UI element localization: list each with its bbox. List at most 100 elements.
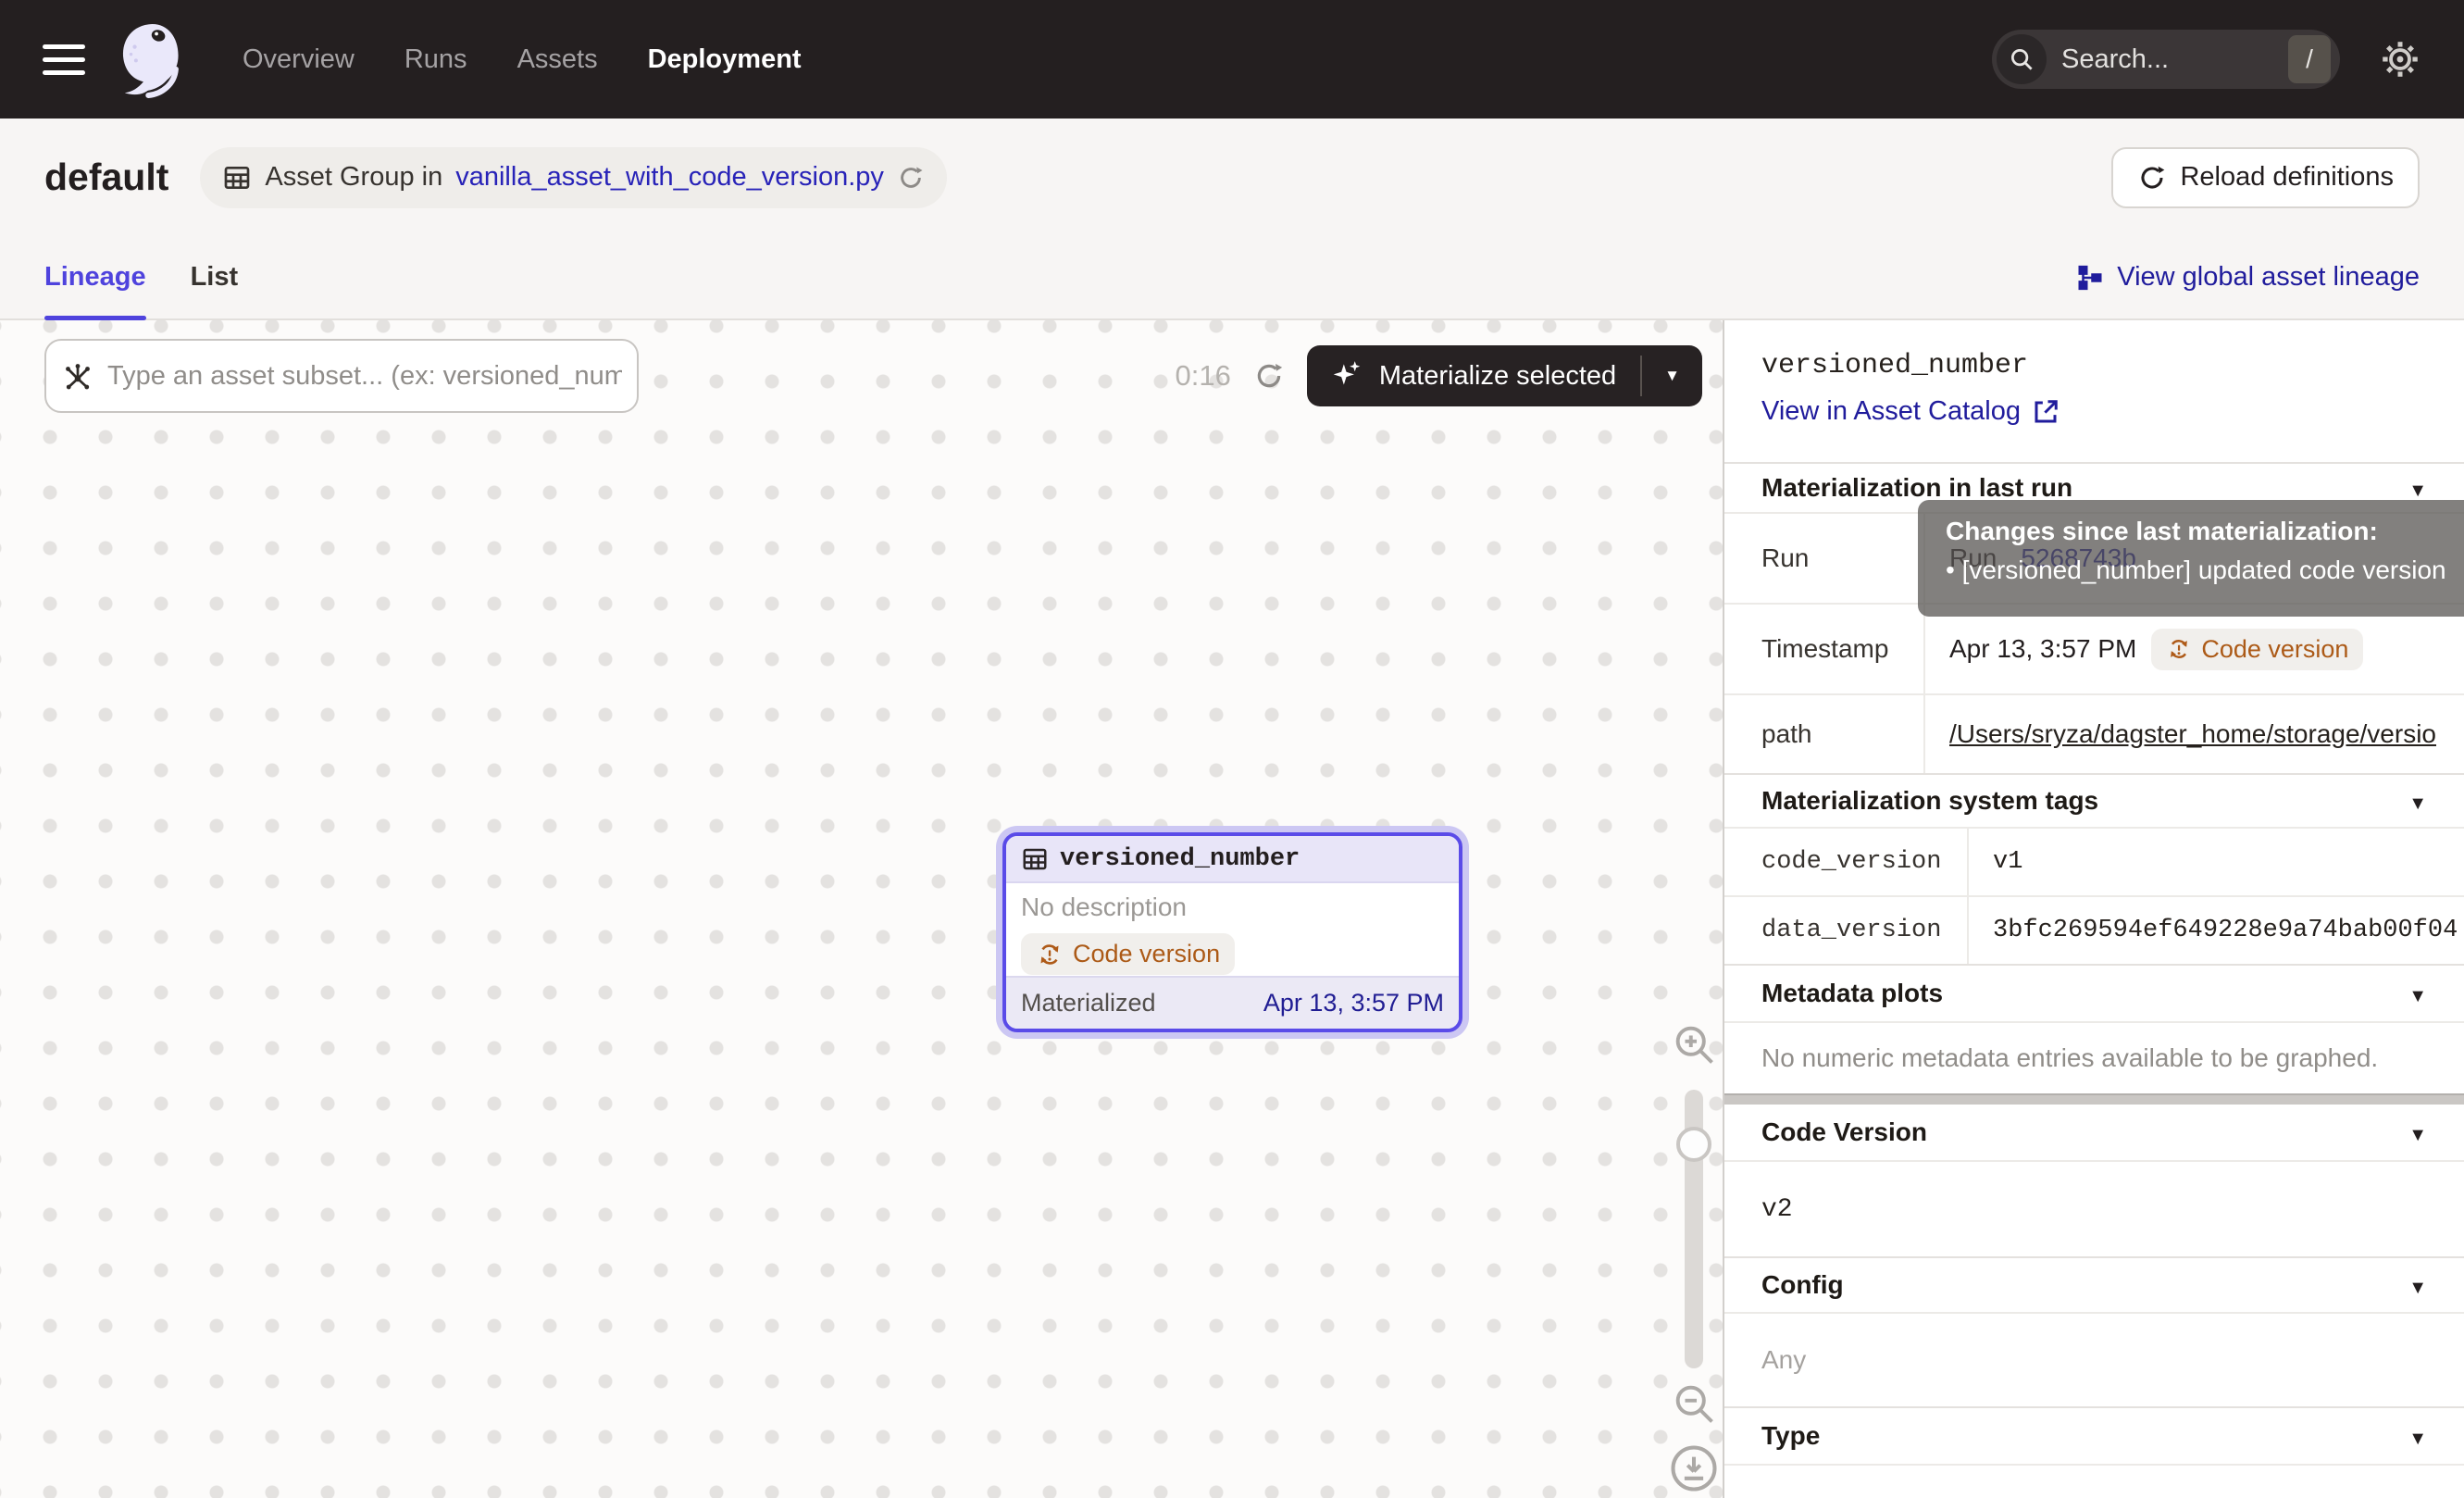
chevron-down-icon [2408, 1270, 2427, 1300]
section-heading: Config [1761, 1270, 1844, 1300]
zoom-out-button[interactable] [1670, 1379, 1718, 1432]
search-icon [1997, 34, 2047, 84]
metadata-plots-empty-message: No numeric metadata entries available to… [1724, 1021, 2464, 1093]
search-placeholder: Search... [2061, 44, 2288, 75]
chevron-down-icon [2408, 1421, 2427, 1451]
page-header: default Asset Group in vanilla_asset_wit… [0, 119, 2464, 236]
nav-menu: Overview Runs Assets Deployment [243, 44, 802, 75]
asset-node-footer: Materialized Apr 13, 3:57 PM [1006, 976, 1459, 1029]
section-heading: Code Version [1761, 1117, 1927, 1147]
tooltip-title: Changes since last materialization: [1946, 517, 2464, 546]
nav-item-assets[interactable]: Assets [517, 44, 598, 75]
nav-item-deployment[interactable]: Deployment [648, 44, 802, 75]
code-version-badge: Code version [1021, 933, 1235, 975]
asset-graph-canvas[interactable]: 0:16 Materialize selected [0, 320, 1724, 1498]
external-link-icon [2032, 398, 2060, 426]
section-heading: Type [1761, 1421, 1820, 1451]
table-row: path /Users/sryza/dagster_home/storage/v… [1724, 693, 2464, 773]
section-metadata-plots[interactable]: Metadata plots [1724, 964, 2464, 1021]
search-input[interactable]: Search... / [1992, 30, 2340, 89]
chevron-down-icon [2408, 979, 2427, 1008]
materialized-time-link[interactable]: Apr 13, 3:57 PM [1263, 989, 1444, 1017]
asset-graph-icon [61, 359, 94, 393]
asset-node-header: versioned_number [1006, 836, 1459, 883]
asset-group-prefix: Asset Group in [265, 162, 442, 193]
run-label: Run [1724, 514, 1925, 603]
section-code-version[interactable]: Code Version [1724, 1105, 2464, 1160]
asset-node-body: No description Code version [1006, 883, 1459, 976]
code-version-badge-label: Code version [1073, 940, 1220, 968]
refresh-timer: 0:16 [1176, 359, 1231, 393]
tab-lineage[interactable]: Lineage [44, 236, 146, 318]
asset-group-icon [222, 163, 252, 193]
tooltip-item: [versioned_number] updated code version [1946, 556, 2464, 585]
page-title: default [44, 156, 168, 199]
tag-value: 3bfc269594ef649228e9a74bab00f04 [1969, 897, 2464, 964]
asset-subset-input[interactable] [107, 361, 622, 392]
reload-icon [2137, 163, 2167, 193]
search-shortcut-badge: / [2288, 35, 2331, 83]
section-materialization-system-tags[interactable]: Materialization system tags [1724, 773, 2464, 827]
materialized-status-label: Materialized [1021, 989, 1156, 1017]
timestamp-label: Timestamp [1724, 605, 1925, 693]
gear-icon[interactable] [2379, 38, 2421, 81]
path-label: path [1724, 695, 1925, 773]
menu-icon[interactable] [43, 44, 85, 75]
reload-definitions-button[interactable]: Reload definitions [2111, 147, 2420, 208]
sidebar-asset-name: versioned_number [1761, 350, 2427, 381]
section-heading: Materialization in last run [1761, 473, 2072, 503]
tag-value: v1 [1969, 829, 2464, 895]
path-value-link[interactable]: /Users/sryza/dagster_home/storage/versio [1949, 719, 2436, 749]
code-version-badge-label: Code version [2201, 635, 2348, 664]
refresh-group-icon[interactable] [897, 164, 925, 192]
top-nav: Overview Runs Assets Deployment Search..… [0, 0, 2464, 119]
reload-definitions-label: Reload definitions [2180, 162, 2394, 193]
zoom-in-button[interactable] [1670, 1020, 1718, 1073]
asset-group-file-link[interactable]: vanilla_asset_with_code_version.py [455, 162, 884, 193]
dagster-logo-icon[interactable] [113, 19, 189, 99]
section-type[interactable]: Type [1724, 1406, 2464, 1466]
table-icon [1021, 845, 1049, 873]
nav-item-overview[interactable]: Overview [243, 44, 355, 75]
nav-item-runs[interactable]: Runs [404, 44, 467, 75]
code-version-sync-icon [1036, 941, 1064, 968]
tab-list[interactable]: List [191, 236, 239, 318]
section-heading: Metadata plots [1761, 979, 1943, 1008]
tag-key: code_version [1724, 829, 1969, 895]
table-row: data_version 3bfc269594ef649228e9a74bab0… [1724, 895, 2464, 964]
asset-group-breadcrumb: Asset Group in vanilla_asset_with_code_v… [200, 147, 947, 208]
tabs-row: Lineage List View global asset lineage [0, 236, 2464, 320]
changes-tooltip: Changes since last materialization: [ver… [1918, 500, 2464, 617]
timestamp-value: Apr 13, 3:57 PM [1949, 634, 2136, 664]
chevron-down-icon [1664, 367, 1680, 385]
asset-detail-sidebar: versioned_number View in Asset Catalog M… [1724, 320, 2464, 1498]
sparkle-icon [1329, 358, 1364, 393]
chevron-down-icon [2408, 473, 2427, 503]
asset-subset-filter [44, 339, 639, 413]
chevron-down-icon [2408, 786, 2427, 816]
table-row: code_version v1 [1724, 827, 2464, 895]
view-in-asset-catalog-label: View in Asset Catalog [1761, 396, 2021, 427]
view-global-asset-lineage-label: View global asset lineage [2117, 262, 2420, 293]
asset-node-name: versioned_number [1060, 845, 1300, 873]
view-in-asset-catalog-link[interactable]: View in Asset Catalog [1761, 396, 2060, 427]
section-config[interactable]: Config [1724, 1256, 2464, 1312]
refresh-graph-icon[interactable] [1253, 360, 1285, 392]
lineage-graph-icon [2076, 264, 2104, 292]
code-version-badge: Code version [2151, 629, 2363, 670]
code-version-value: v2 [1724, 1160, 2464, 1256]
materialize-dropdown-button[interactable] [1642, 345, 1702, 406]
download-graph-button[interactable] [1669, 1443, 1719, 1498]
materialize-selected-label: Materialize selected [1379, 361, 1616, 392]
zoom-slider-handle[interactable] [1676, 1127, 1711, 1162]
section-heading: Materialization system tags [1761, 786, 2098, 816]
chevron-down-icon [2408, 1117, 2427, 1147]
view-global-asset-lineage-link[interactable]: View global asset lineage [2076, 236, 2420, 318]
tag-key: data_version [1724, 897, 1969, 964]
panel-resize-handle[interactable] [1724, 1093, 2464, 1105]
asset-node-description: No description [1021, 893, 1444, 922]
asset-node-versioned-number[interactable]: versioned_number No description [1002, 832, 1462, 1032]
config-value: Any [1724, 1312, 2464, 1406]
code-version-sync-icon [2166, 636, 2192, 662]
materialize-selected-button[interactable]: Materialize selected [1307, 345, 1702, 406]
